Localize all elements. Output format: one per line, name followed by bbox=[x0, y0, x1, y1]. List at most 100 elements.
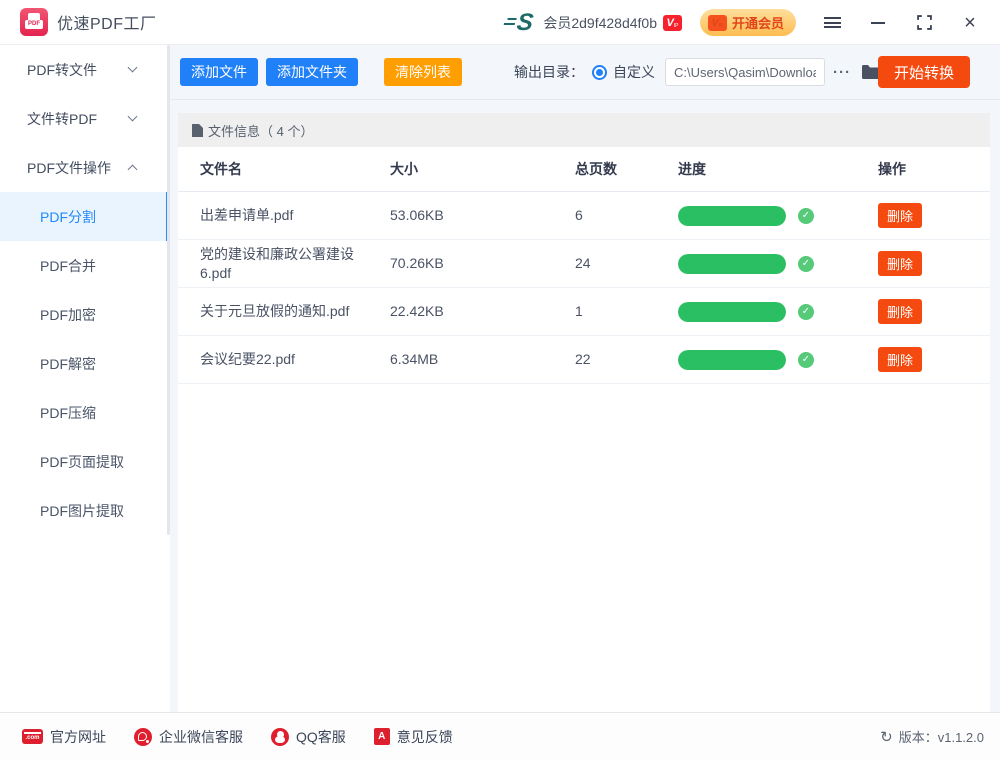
add-folder-button[interactable]: 添加文件夹 bbox=[266, 58, 358, 86]
file-size: 22.42KB bbox=[390, 302, 575, 321]
app-title: 优速PDF工厂 bbox=[57, 10, 157, 34]
refresh-icon[interactable]: ↻ bbox=[880, 728, 893, 746]
file-info-text: 文件信息（ 4 个） bbox=[208, 121, 313, 140]
check-icon: ✓ bbox=[798, 304, 814, 320]
col-pages: 总页数 bbox=[575, 159, 678, 179]
file-name: 关于元旦放假的通知.pdf bbox=[200, 302, 390, 321]
group-label: PDF文件操作 bbox=[27, 158, 111, 178]
item-label: PDF图片提取 bbox=[40, 501, 124, 521]
file-pages: 22 bbox=[575, 350, 678, 369]
progress-cell: ✓ bbox=[678, 254, 878, 274]
sidebar: PDF转文件 文件转PDF PDF文件操作 PDF分割 PDF合并 PDF加密 … bbox=[0, 45, 170, 712]
document-icon bbox=[192, 124, 203, 137]
table-row: 党的建设和廉政公署建设6.pdf 70.26KB 24 ✓ 删除 bbox=[178, 240, 990, 288]
footer: .com 官方网址 企业微信客服 QQ客服 A 意见反馈 ↻ 版本：v1.1.2… bbox=[0, 712, 1000, 760]
progress-bar bbox=[678, 206, 786, 226]
file-name: 出差申请单.pdf bbox=[200, 206, 390, 225]
check-icon: ✓ bbox=[798, 352, 814, 368]
item-label: PDF合并 bbox=[40, 256, 96, 276]
toolbar: 添加文件 添加文件夹 清除列表 输出目录： 自定义 ··· 开始转换 bbox=[170, 45, 1000, 100]
close-icon: × bbox=[964, 13, 976, 33]
delete-button[interactable]: 删除 bbox=[878, 347, 922, 372]
file-size: 70.26KB bbox=[390, 254, 575, 273]
file-pages: 24 bbox=[575, 254, 678, 273]
custom-radio[interactable] bbox=[592, 65, 607, 80]
website-icon: .com bbox=[22, 729, 43, 744]
wechat-icon bbox=[134, 728, 152, 746]
progress-cell: ✓ bbox=[678, 302, 878, 322]
sidebar-item-pdf-compress[interactable]: PDF压缩 bbox=[0, 388, 170, 437]
hamburger-icon bbox=[824, 17, 841, 28]
member-name: 会员2d9f428d4f0b bbox=[543, 13, 657, 33]
file-pages: 6 bbox=[575, 206, 678, 225]
link-label: 企业微信客服 bbox=[159, 727, 243, 747]
link-label: 官方网址 bbox=[50, 727, 106, 747]
item-label: PDF分割 bbox=[40, 207, 96, 227]
minimize-button[interactable] bbox=[868, 13, 888, 33]
col-progress: 进度 bbox=[678, 159, 878, 179]
file-panel: 文件信息（ 4 个） 文件名 大小 总页数 进度 操作 出差申请单.pdf 53… bbox=[178, 113, 990, 745]
open-vip-label: 开通会员 bbox=[732, 13, 784, 32]
delete-button[interactable]: 删除 bbox=[878, 251, 922, 276]
vip-icon: VIP bbox=[708, 15, 727, 31]
sidebar-group-pdf-operations[interactable]: PDF文件操作 bbox=[0, 143, 170, 192]
file-size: 53.06KB bbox=[390, 206, 575, 225]
file-size: 6.34MB bbox=[390, 350, 575, 369]
sidebar-group-pdf-to-file[interactable]: PDF转文件 bbox=[0, 45, 170, 94]
progress-cell: ✓ bbox=[678, 206, 878, 226]
app-logo-icon: PDF bbox=[20, 8, 48, 36]
version-area: ↻ 版本：v1.1.2.0 bbox=[880, 727, 984, 746]
file-info-bar: 文件信息（ 4 个） bbox=[178, 113, 990, 147]
wechat-support-link[interactable]: 企业微信客服 bbox=[134, 727, 243, 747]
qq-support-link[interactable]: QQ客服 bbox=[271, 727, 346, 747]
clear-list-button[interactable]: 清除列表 bbox=[384, 58, 462, 86]
user-avatar-icon[interactable]: S bbox=[516, 11, 535, 35]
qq-icon bbox=[271, 728, 289, 746]
chevron-down-icon bbox=[128, 63, 138, 73]
group-label: PDF转文件 bbox=[27, 60, 97, 80]
table-row: 会议纪要22.pdf 6.34MB 22 ✓ 删除 bbox=[178, 336, 990, 384]
start-convert-button[interactable]: 开始转换 bbox=[878, 56, 970, 88]
sidebar-item-pdf-split[interactable]: PDF分割 bbox=[0, 192, 170, 241]
file-name: 党的建设和廉政公署建设6.pdf bbox=[200, 245, 390, 283]
item-label: PDF压缩 bbox=[40, 403, 96, 423]
check-icon: ✓ bbox=[798, 208, 814, 224]
delete-button[interactable]: 删除 bbox=[878, 299, 922, 324]
item-label: PDF加密 bbox=[40, 305, 96, 325]
file-name: 会议纪要22.pdf bbox=[200, 350, 390, 369]
sidebar-item-pdf-merge[interactable]: PDF合并 bbox=[0, 241, 170, 290]
group-label: 文件转PDF bbox=[27, 109, 97, 129]
official-site-link[interactable]: .com 官方网址 bbox=[22, 727, 106, 747]
check-icon: ✓ bbox=[798, 256, 814, 272]
sidebar-item-pdf-decrypt[interactable]: PDF解密 bbox=[0, 339, 170, 388]
item-label: PDF页面提取 bbox=[40, 452, 124, 472]
main-area: 添加文件 添加文件夹 清除列表 输出目录： 自定义 ··· 开始转换 文件信息（… bbox=[170, 45, 1000, 712]
open-vip-button[interactable]: VIP 开通会员 bbox=[700, 9, 796, 36]
add-file-button[interactable]: 添加文件 bbox=[180, 58, 258, 86]
vip-badge-icon: VIP bbox=[663, 15, 682, 31]
close-button[interactable]: × bbox=[960, 13, 980, 33]
progress-cell: ✓ bbox=[678, 350, 878, 370]
sidebar-group-file-to-pdf[interactable]: 文件转PDF bbox=[0, 94, 170, 143]
chevron-up-icon bbox=[128, 164, 138, 174]
maximize-icon bbox=[917, 15, 932, 30]
custom-radio-label: 自定义 bbox=[613, 62, 655, 82]
output-path-input[interactable] bbox=[665, 58, 825, 86]
col-action: 操作 bbox=[878, 159, 990, 179]
progress-bar bbox=[678, 302, 786, 322]
minimize-icon bbox=[871, 22, 885, 24]
sidebar-item-pdf-encrypt[interactable]: PDF加密 bbox=[0, 290, 170, 339]
feedback-link[interactable]: A 意见反馈 bbox=[374, 727, 453, 747]
delete-button[interactable]: 删除 bbox=[878, 203, 922, 228]
chevron-down-icon bbox=[128, 112, 138, 122]
maximize-button[interactable] bbox=[914, 13, 934, 33]
version-label: 版本：v1.1.2.0 bbox=[899, 727, 984, 746]
col-size: 大小 bbox=[390, 159, 575, 179]
sidebar-item-pdf-page-extract[interactable]: PDF页面提取 bbox=[0, 437, 170, 486]
output-dir-label: 输出目录： bbox=[514, 62, 584, 82]
table-header: 文件名 大小 总页数 进度 操作 bbox=[178, 147, 990, 192]
sidebar-item-pdf-image-extract[interactable]: PDF图片提取 bbox=[0, 486, 170, 535]
menu-button[interactable] bbox=[822, 13, 842, 33]
table-row: 关于元旦放假的通知.pdf 22.42KB 1 ✓ 删除 bbox=[178, 288, 990, 336]
browse-more-button[interactable]: ··· bbox=[833, 64, 851, 81]
